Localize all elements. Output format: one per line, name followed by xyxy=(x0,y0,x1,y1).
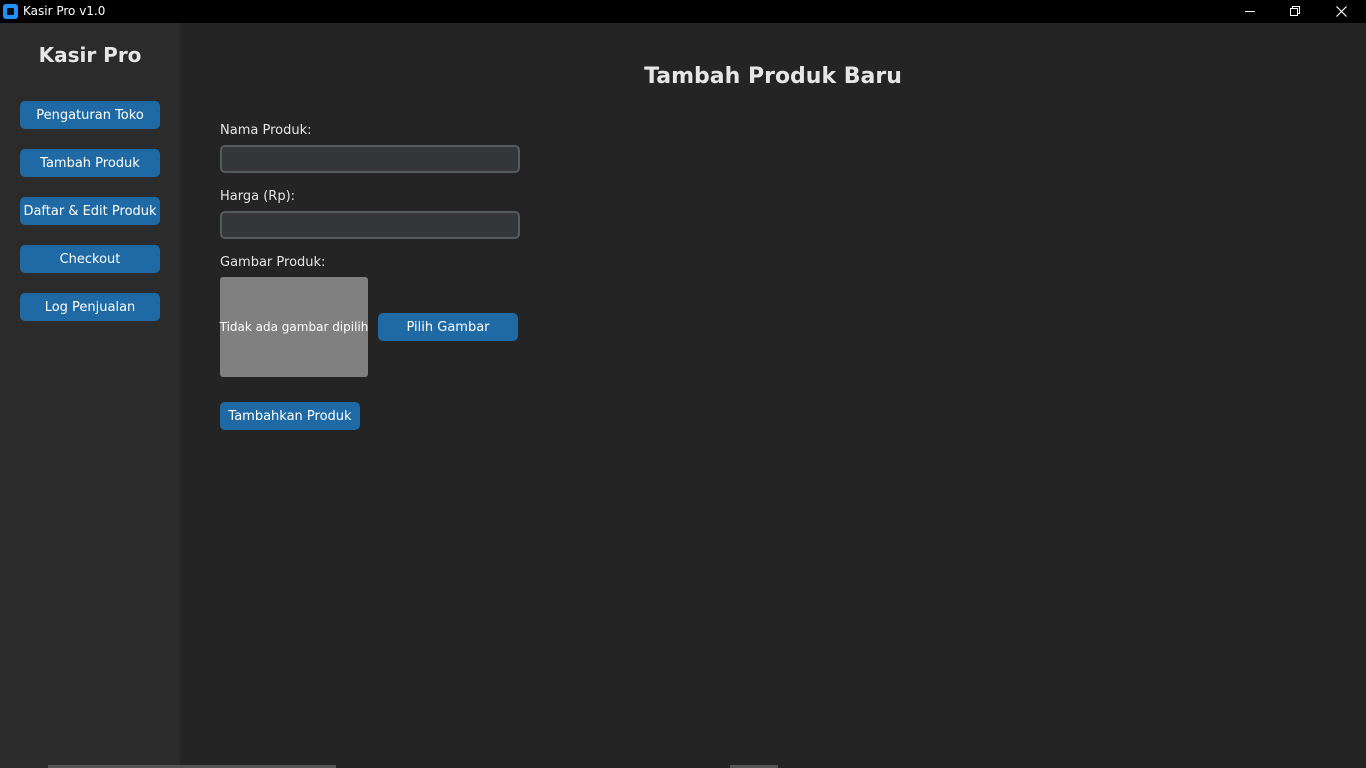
choose-image-button[interactable]: Pilih Gambar xyxy=(378,313,518,341)
product-name-input[interactable] xyxy=(220,145,520,173)
sidebar-item-daftar-edit-produk[interactable]: Daftar & Edit Produk xyxy=(20,197,160,225)
app-window: Kasir Pro v1.0 Kasir Pro Pengaturan Toko… xyxy=(0,0,1366,768)
minimize-button[interactable] xyxy=(1227,0,1273,23)
add-product-button[interactable]: Tambahkan Produk xyxy=(220,402,360,430)
product-image-label: Gambar Produk: xyxy=(220,255,326,270)
minimize-icon xyxy=(1244,11,1255,12)
sidebar-item-pengaturan-toko[interactable]: Pengaturan Toko xyxy=(20,101,160,129)
restore-button[interactable] xyxy=(1272,0,1318,23)
sidebar-item-checkout[interactable]: Checkout xyxy=(20,245,160,273)
sidebar-item-log-penjualan[interactable]: Log Penjualan xyxy=(20,293,160,321)
image-placeholder-text: Tidak ada gambar dipilih xyxy=(219,320,369,334)
title-bar[interactable]: Kasir Pro v1.0 xyxy=(0,0,1366,23)
window-title: Kasir Pro v1.0 xyxy=(23,4,106,18)
sidebar-title: Kasir Pro xyxy=(38,43,142,67)
image-preview: Tidak ada gambar dipilih xyxy=(220,277,368,377)
sidebar: Kasir Pro Pengaturan Toko Tambah Produk … xyxy=(0,23,180,768)
restore-icon xyxy=(1289,6,1300,16)
app-logo-icon xyxy=(3,4,18,19)
page-title: Tambah Produk Baru xyxy=(644,64,902,89)
main-content: Tambah Produk Baru Nama Produk: Harga (R… xyxy=(180,23,1366,768)
product-price-input[interactable] xyxy=(220,211,520,239)
sidebar-item-tambah-produk[interactable]: Tambah Produk xyxy=(20,149,160,177)
close-button[interactable] xyxy=(1318,0,1364,23)
product-name-label: Nama Produk: xyxy=(220,123,312,138)
close-icon xyxy=(1335,6,1347,17)
product-price-label: Harga (Rp): xyxy=(220,189,296,204)
